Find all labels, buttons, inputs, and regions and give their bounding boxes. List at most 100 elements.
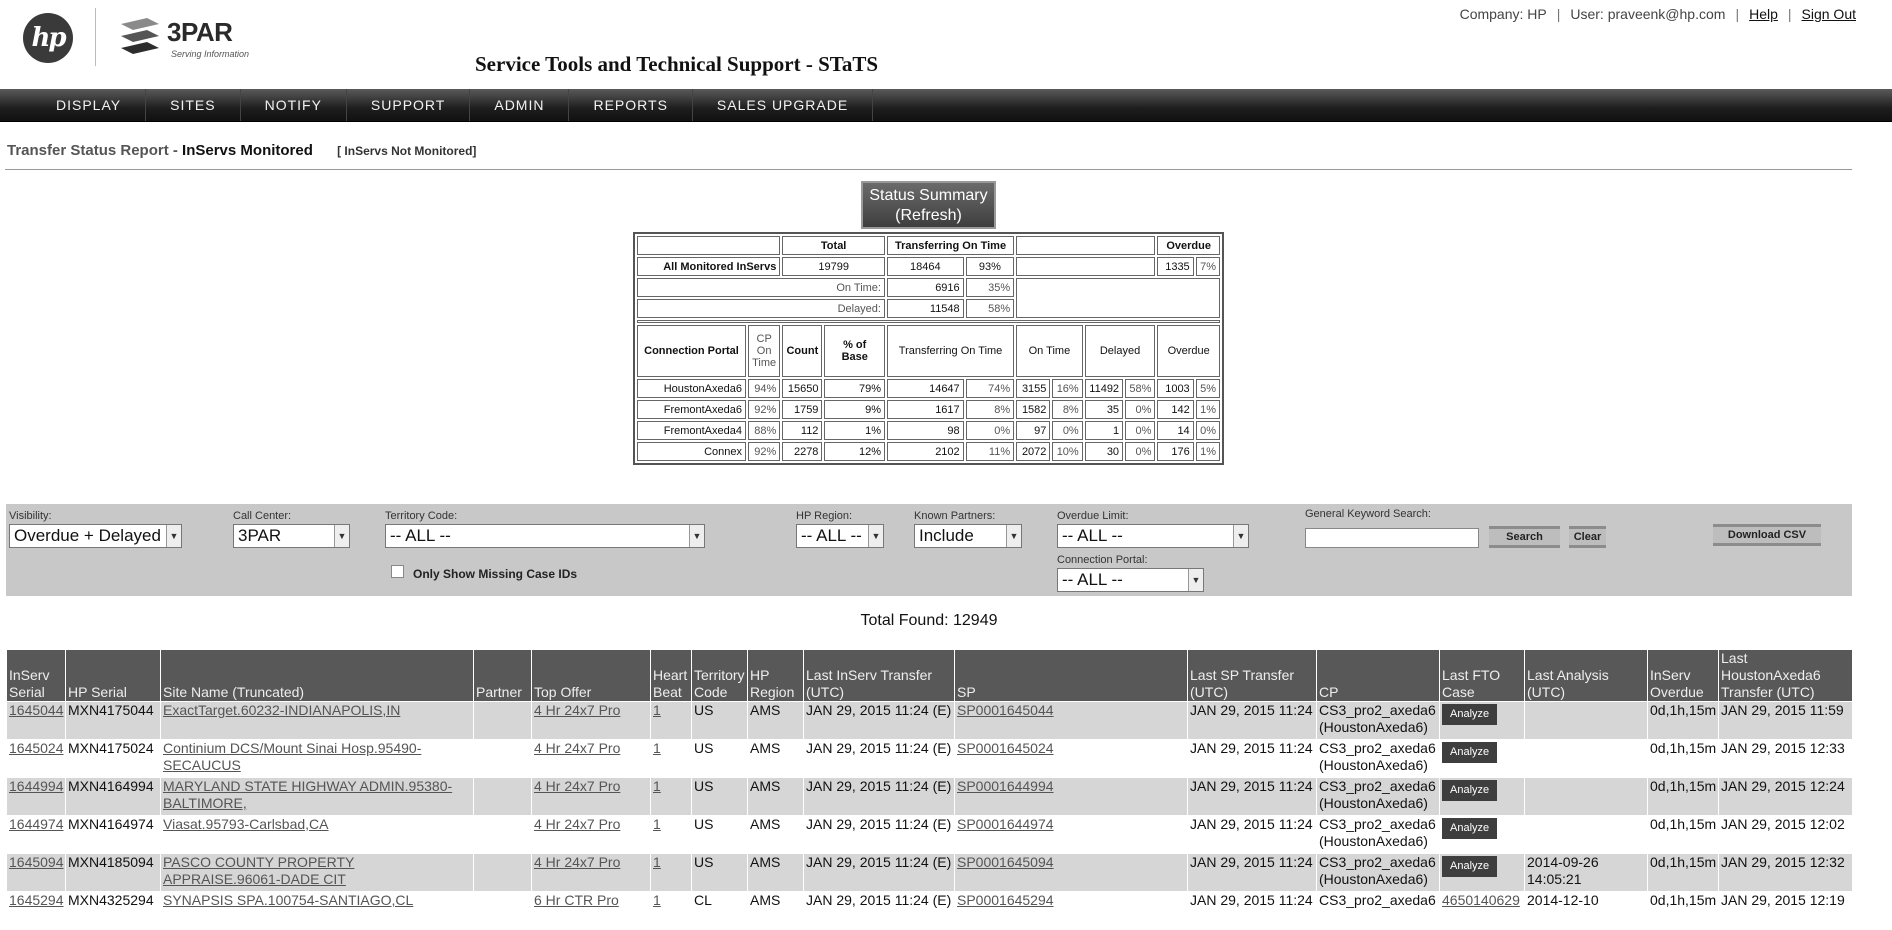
analyze-button[interactable]: Analyze [1442,856,1498,877]
col-top-offer[interactable]: Top Offer [532,650,650,701]
inservs-not-monitored-link[interactable]: [ InServs Not Monitored] [337,144,476,158]
nav-reports[interactable]: REPORTS [569,89,693,121]
nav-display[interactable]: DISPLAY [32,89,147,121]
connection-portal-select[interactable]: -- ALL -- ▼ [1057,568,1204,592]
site-name-link[interactable]: SYNAPSIS SPA.100754-SANTIAGO,CL [163,892,413,908]
clear-button[interactable]: Clear [1569,526,1606,548]
site-name-link[interactable]: Viasat.95793-Carlsbad,CA [163,816,329,832]
inserv-serial-link[interactable]: 1644994 [9,778,64,794]
summary-all-transferring-pct: 93% [965,257,1015,276]
account-bar: Company: HP | User: praveenk@hp.com | Help | S… [1459,6,1856,22]
visibility-select[interactable]: Overdue + Delayed ▼ [9,524,182,548]
keyword-search-input[interactable] [1305,528,1479,548]
heartbeat-link[interactable]: 1 [653,778,661,794]
missing-case-checkbox[interactable] [391,565,404,578]
site-name-link[interactable]: MARYLAND STATE HIGHWAY ADMIN.95380-BALTI… [163,778,452,811]
col-cp[interactable]: CP [1317,650,1439,701]
portal-ontime: 1582 [1016,400,1051,419]
analyze-button[interactable]: Analyze [1442,742,1498,763]
col-territory-code[interactable]: Territory Code [692,650,747,701]
partner [474,702,531,739]
nav-sales-upgrade[interactable]: SALES UPGRADE [693,89,874,121]
col-hp-region[interactable]: HP Region [748,650,803,701]
sign-out-link[interactable]: Sign Out [1802,6,1856,22]
top-offer-link[interactable]: 4 Hr 24x7 Pro [534,854,620,870]
heartbeat-link[interactable]: 1 [653,702,661,718]
inserv-overdue: 0d,1h,15m [1648,778,1718,815]
sp-link[interactable]: SP0001644974 [957,816,1054,832]
inserv-serial-link[interactable]: 1645094 [9,854,64,870]
download-csv-button[interactable]: Download CSV [1713,524,1821,546]
inserv-overdue: 0d,1h,15m [1648,854,1718,891]
col-partner[interactable]: Partner [474,650,531,701]
nav-notify[interactable]: NOTIFY [241,89,347,121]
last-inserv-transfer: JAN 29, 2015 11:24 (E) [804,702,954,739]
known-partners-label: Known Partners: [914,510,996,522]
analyze-button[interactable]: Analyze [1442,818,1498,839]
search-button[interactable]: Search [1489,526,1560,548]
call-center-select[interactable]: 3PAR ▼ [233,524,350,548]
nav-support[interactable]: SUPPORT [347,89,471,121]
summary-ontime-label: On Time: [637,278,885,297]
inserv-serial-link[interactable]: 1644974 [9,816,64,832]
inserv-serial-link[interactable]: 1645024 [9,740,64,756]
known-partners-select[interactable]: Include ▼ [914,524,1022,548]
last-sp-transfer: JAN 29, 2015 11:24 [1188,778,1316,815]
site-name-link[interactable]: PASCO COUNTY PROPERTY APPRAISE.96061-DAD… [163,854,354,887]
site-name-link[interactable]: Continium DCS/Mount Sinai Hosp.95490-SEC… [163,740,421,773]
col-sp[interactable]: SP [955,650,1187,701]
nav-admin[interactable]: ADMIN [470,89,570,121]
col-last-houston-transfer[interactable]: Last HoustonAxeda6 Transfer (UTC) [1719,650,1852,701]
top-offer-link[interactable]: 6 Hr CTR Pro [534,892,619,908]
heartbeat-link[interactable]: 1 [653,740,661,756]
top-offer-link[interactable]: 4 Hr 24x7 Pro [534,778,620,794]
sp-link[interactable]: SP0001645044 [957,702,1054,718]
last-inserv-transfer: JAN 29, 2015 11:24 (E) [804,816,954,853]
territory-code-select[interactable]: -- ALL -- ▼ [385,524,705,548]
hp-serial: MXN4164994 [66,778,160,815]
sp-link[interactable]: SP0001645294 [957,892,1054,908]
heartbeat-link[interactable]: 1 [653,854,661,870]
col-inserv-serial[interactable]: InServ Serial [7,650,65,701]
top-offer-link[interactable]: 4 Hr 24x7 Pro [534,740,620,756]
help-link[interactable]: Help [1749,6,1778,22]
sp-link[interactable]: SP0001645024 [957,740,1054,756]
inserv-serial-link[interactable]: 1645294 [9,892,64,908]
col-last-analysis[interactable]: Last Analysis (UTC) [1525,650,1647,701]
col-hp-serial[interactable]: HP Serial [66,650,160,701]
cp: CS3_pro2_axeda6 (HoustonAxeda6) [1317,702,1439,739]
status-summary-refresh-button[interactable]: Status Summary (Refresh) [861,181,996,229]
overdue-limit-label: Overdue Limit: [1057,510,1129,522]
last-analysis: 2014-12-10 [1525,892,1647,929]
analyze-button[interactable]: Analyze [1442,704,1498,725]
portal-base: 12% [824,442,885,461]
col-heart-beat[interactable]: Heart Beat [651,650,691,701]
col-last-fto-case[interactable]: Last FTO Case [1440,650,1524,701]
portal-base: 79% [824,379,885,398]
nav-sites[interactable]: SITES [146,89,241,121]
col-last-inserv-transfer[interactable]: Last InServ Transfer (UTC) [804,650,954,701]
last-analysis [1525,778,1647,815]
top-offer-link[interactable]: 4 Hr 24x7 Pro [534,702,620,718]
col-site-name[interactable]: Site Name (Truncated) [161,650,473,701]
results-table: InServ Serial HP Serial Site Name (Trunc… [6,649,1853,930]
overdue-limit-select[interactable]: -- ALL -- ▼ [1057,524,1249,548]
portal-delayed-pct: 0% [1125,400,1156,419]
hp-region-select[interactable]: -- ALL -- ▼ [796,524,884,548]
heartbeat-link[interactable]: 1 [653,816,661,832]
top-offer-link[interactable]: 4 Hr 24x7 Pro [534,816,620,832]
territory-code: US [692,778,747,815]
sp-link[interactable]: SP0001644994 [957,778,1054,794]
fto-case-link[interactable]: 4650140629 [1442,892,1520,908]
col-last-sp-transfer[interactable]: Last SP Transfer (UTC) [1188,650,1316,701]
summary-spacer [637,320,1220,323]
sp-link[interactable]: SP0001645094 [957,854,1054,870]
inserv-serial-link[interactable]: 1645044 [9,702,64,718]
col-inserv-overdue[interactable]: InServ Overdue [1648,650,1718,701]
portal-trans: 2102 [886,442,964,461]
portal-delayed: 1 [1084,421,1124,440]
heartbeat-link[interactable]: 1 [653,892,661,908]
chevron-down-icon: ▼ [868,525,883,547]
site-name-link[interactable]: ExactTarget.60232-INDIANAPOLIS,IN [163,702,400,718]
analyze-button[interactable]: Analyze [1442,780,1498,801]
